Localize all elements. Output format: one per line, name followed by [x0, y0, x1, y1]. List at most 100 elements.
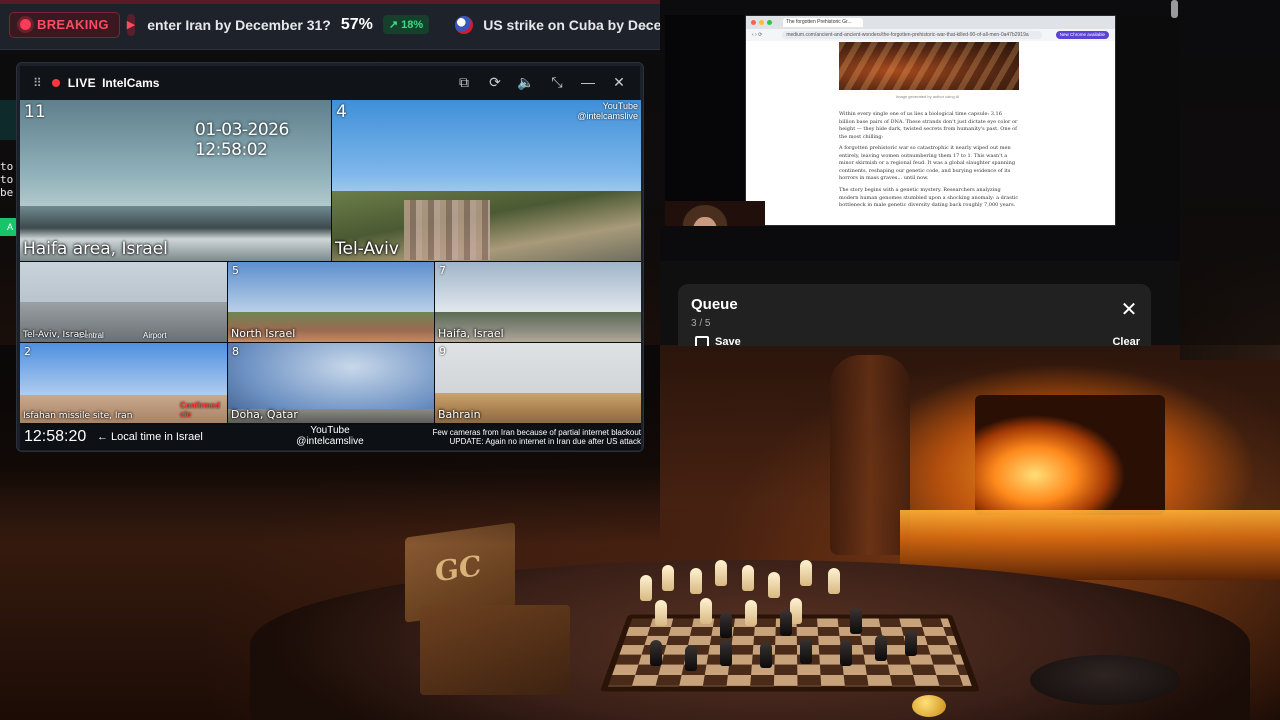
intelcams-footer: 12:58:20 ← Local time in Israel YouTube …	[20, 425, 641, 449]
clipped-line: to	[0, 160, 14, 173]
camera-tile[interactable]: 4 YouTube @intelcamslive Tel-Aviv	[332, 100, 641, 261]
chess-piece	[685, 645, 697, 671]
camera-label: Haifa, Israel	[438, 327, 504, 340]
market-question: US strike on Cuba by Dece	[483, 16, 660, 33]
market-delta: ↗ 18%	[382, 15, 430, 34]
clipped-line: be	[0, 186, 14, 199]
chess-piece	[720, 640, 732, 666]
chess-piece	[700, 598, 712, 624]
chess-piece	[905, 630, 917, 656]
article-paragraph: The story begins with a genetic mystery.…	[839, 187, 1019, 208]
window-toolbar: ⧉ ⟳ 🔈 ⤡ — ✕	[455, 73, 628, 91]
dark-right-panel	[1116, 15, 1180, 260]
camera-tile[interactable]: 7 Haifa, Israel	[435, 262, 641, 342]
camera-number: 8	[232, 345, 239, 358]
chess-piece	[650, 640, 662, 666]
camera-tile[interactable]: 5 North Israel	[228, 262, 434, 342]
clear-button[interactable]: Clear	[1112, 336, 1140, 346]
scrollbar-thumb[interactable]	[1171, 0, 1178, 18]
camera-tile[interactable]: Central Airport Tel-Aviv, Israel	[20, 262, 227, 342]
minimize-window-dot[interactable]	[759, 20, 764, 25]
local-clock: 12:58:20	[24, 428, 87, 445]
chess-piece	[690, 568, 702, 594]
youtube-watermark: YouTube @intelcamslive	[577, 101, 638, 121]
close-icon[interactable]: ✕	[610, 73, 628, 91]
camera-number: 2	[24, 345, 31, 358]
close-icon[interactable]: ✕	[1119, 300, 1139, 321]
youtube-label: YouTube	[310, 425, 350, 436]
dark-strip	[660, 226, 1180, 261]
camera-number: 5	[232, 264, 239, 277]
article-hero-image	[839, 42, 1019, 90]
article-paragraph: Within every single one of us lies a bio…	[839, 111, 1018, 140]
chess-piece	[780, 610, 792, 636]
camera-alert: Confirmed cle	[180, 401, 220, 419]
camera-tile[interactable]: 8 Doha, Qatar	[228, 343, 434, 423]
us-flag-icon	[455, 15, 474, 34]
maximize-window-dot[interactable]	[767, 20, 772, 25]
chevron-up-icon[interactable]: ︿	[640, 16, 652, 33]
fireplace-fire	[975, 395, 1165, 515]
dark-sidebar	[665, 15, 745, 201]
minimize-arrows-icon[interactable]: ⤡	[548, 73, 566, 91]
url-field[interactable]: medium.com/ancient-and-ancient-wonders/t…	[782, 31, 1043, 39]
live-dot-icon	[51, 79, 60, 87]
image-caption: Image generated by author using AI	[896, 94, 960, 99]
save-checkbox[interactable]	[695, 336, 709, 346]
camera-number: 4	[336, 102, 347, 122]
save-label[interactable]: Save	[715, 336, 741, 346]
refresh-icon[interactable]: ⟳	[486, 73, 504, 91]
drag-handle-icon[interactable]: ⠿	[33, 76, 42, 90]
camera-number: 9	[439, 345, 446, 358]
chess-piece	[655, 600, 667, 626]
minimize-icon[interactable]: —	[579, 73, 597, 91]
camera-number: 7	[439, 264, 446, 277]
camera-label: Tel-Aviv	[335, 239, 399, 259]
camera-timestamp: 01-03-2026 12:58:02	[195, 120, 289, 160]
chess-piece	[768, 572, 780, 598]
camera-tile[interactable]: 2 Confirmed cle Isfahan missile site, Ir…	[20, 343, 227, 423]
camera-tile[interactable]: 11 01-03-2026 12:58:02 Haifa area, Israe…	[20, 100, 331, 261]
intelcams-header[interactable]: ⠿ LIVE IntelCams ⧉ ⟳ 🔈 ⤡ — ✕	[20, 66, 640, 100]
market-percent: 57%	[340, 15, 373, 33]
browser-window: The forgotten Prehistoric Gr... ‹ › ⟳ me…	[745, 15, 1116, 226]
camera-tile[interactable]: 9 Bahrain	[435, 343, 641, 423]
play-icon[interactable]: ▶	[126, 13, 136, 36]
close-window-dot[interactable]	[751, 20, 756, 25]
camera-label: Haifa area, Israel	[23, 239, 168, 259]
box-logo: GC	[435, 549, 482, 589]
camera-label: Bahrain	[438, 408, 481, 421]
chess-piece	[662, 565, 674, 591]
chess-piece	[828, 568, 840, 594]
live-label: LIVE	[67, 76, 97, 90]
privacy-blur	[404, 200, 490, 260]
chess-piece	[745, 600, 757, 626]
camera-label: Doha, Qatar	[231, 408, 298, 421]
status-note-line: UPDATE: Again no internet in Iran due af…	[449, 437, 641, 446]
status-note-line: Few cameras from Iran because of partial…	[432, 428, 641, 437]
external-link-icon[interactable]: ⧉	[455, 73, 473, 91]
chess-piece	[742, 565, 754, 591]
ticker-accent-line	[0, 0, 660, 4]
trend-up-icon: ↗	[388, 19, 402, 31]
market-delta-value: 18%	[401, 19, 424, 31]
live-dot-icon	[20, 19, 31, 30]
market-question: enter Iran by December 31?	[147, 16, 331, 33]
address-bar-row: ‹ › ⟳ medium.com/ancient-and-ancient-won…	[746, 29, 1115, 41]
update-chrome-button[interactable]: New Chrome available	[1055, 31, 1109, 39]
youtube-handle: @intelcamslive	[296, 436, 364, 447]
mute-icon[interactable]: 🔈	[517, 73, 535, 91]
nav-arrows-icon[interactable]: ‹ › ⟳	[752, 32, 762, 38]
chess-piece	[850, 608, 862, 634]
browser-tab[interactable]: The forgotten Prehistoric Gr...	[783, 18, 863, 27]
camera-label: North Israel	[231, 327, 296, 340]
breaking-badge[interactable]: BREAKING	[9, 11, 120, 38]
ticker-market[interactable]: US strike on Cuba by Dece	[455, 15, 660, 34]
chess-piece	[875, 635, 887, 661]
browser-tab-strip: The forgotten Prehistoric Gr...	[746, 16, 1115, 29]
ticker-market[interactable]: enter Iran by December 31? 57% ↗ 18%	[147, 15, 430, 34]
breaking-label: BREAKING	[37, 17, 109, 32]
local-time-label: ← Local time in Israel	[97, 431, 203, 443]
chess-piece	[715, 560, 727, 586]
chess-piece	[840, 640, 852, 666]
